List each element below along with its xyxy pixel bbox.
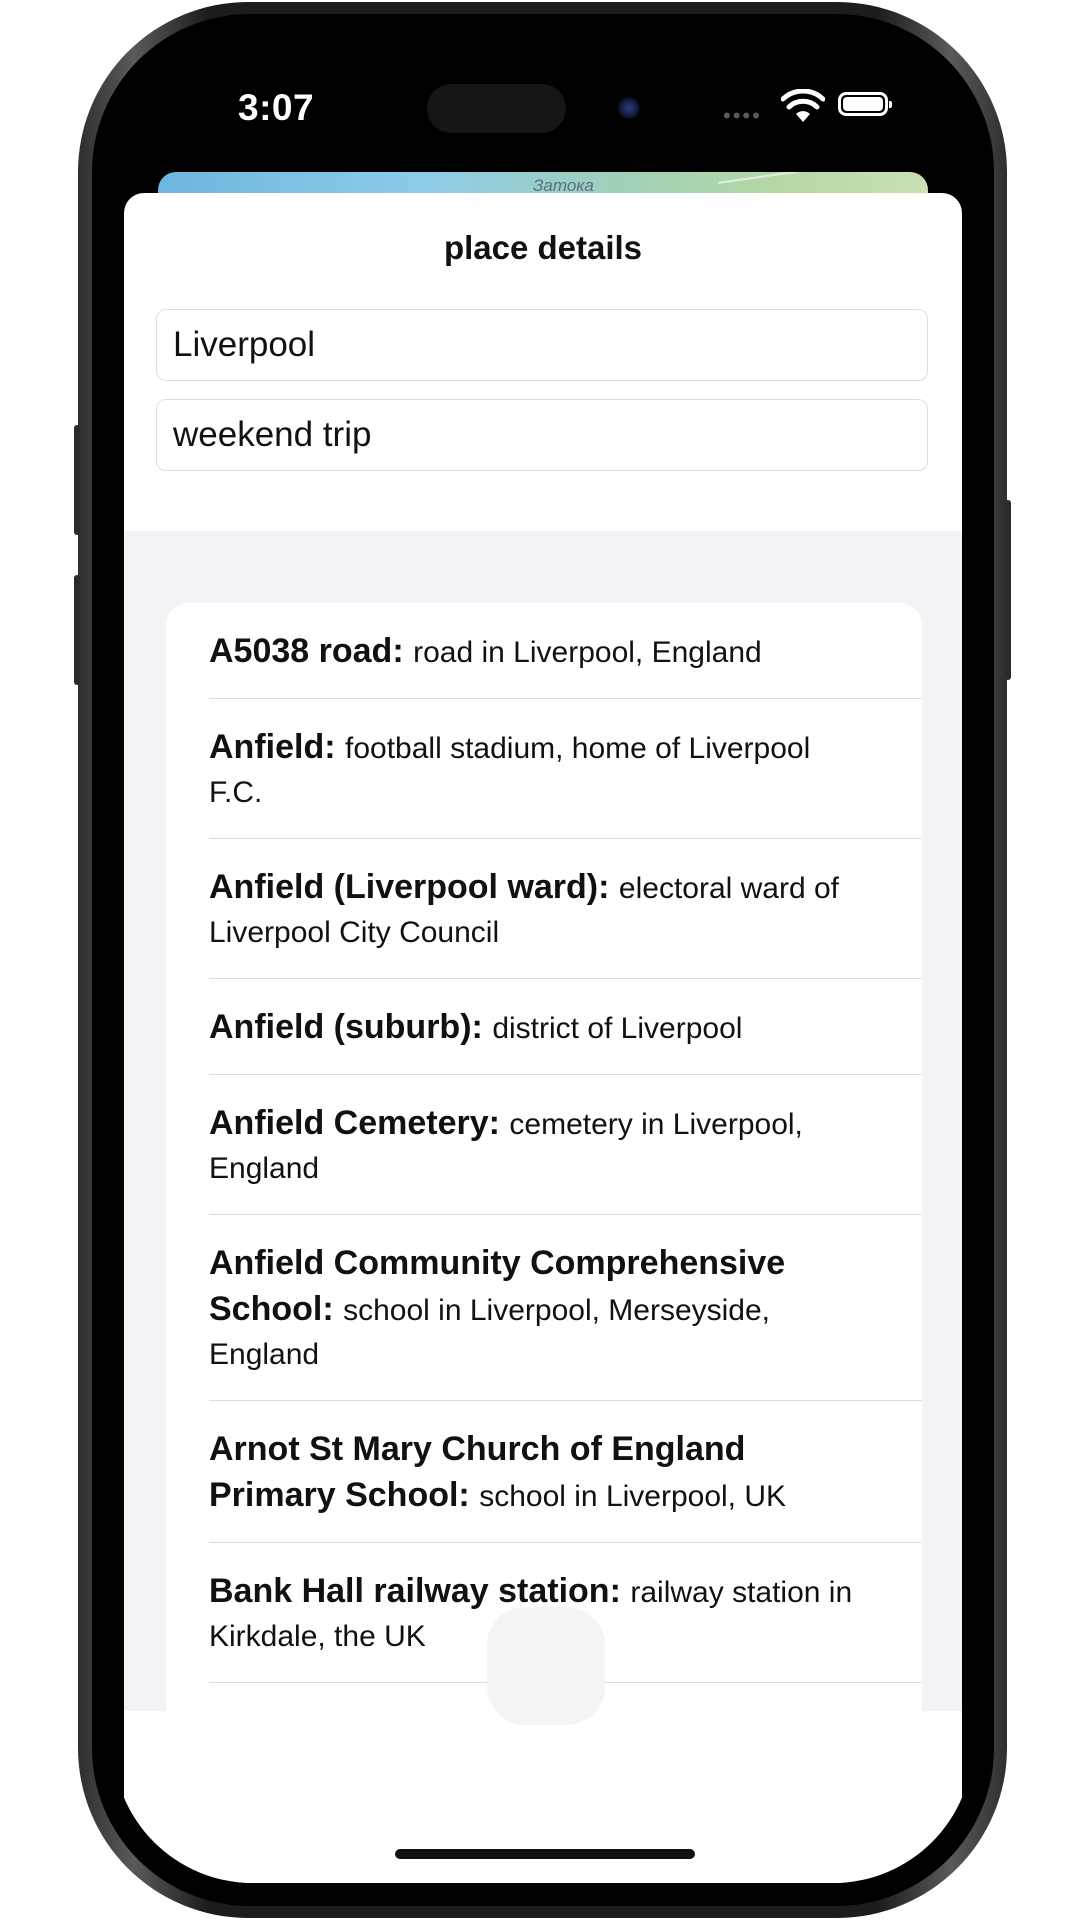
place-note-value: weekend trip (173, 415, 372, 454)
cellular-signal-icon: •••• (723, 103, 762, 128)
dynamic-island (427, 84, 566, 133)
floating-button[interactable] (487, 1607, 605, 1725)
list-item[interactable]: Anfield Community Comprehensive School: … (166, 1215, 922, 1401)
list-item-text: Arnot St Mary Church of England Primary … (209, 1427, 922, 1519)
wifi-icon (781, 89, 825, 122)
result-description: road in Liverpool, England (413, 636, 762, 669)
action-button (74, 425, 80, 535)
list-item[interactable]: Anfield Cemetery: cemetery in Liverpool,… (166, 1075, 922, 1215)
result-description: school in Liverpool, UK (479, 1480, 787, 1513)
list-item-text: A5038 road: road in Liverpool, England (209, 629, 922, 675)
list-item-text: Anfield: football stadium, home of Liver… (209, 725, 922, 815)
camera-icon (618, 97, 640, 119)
result-title: Anfield (209, 728, 325, 766)
battery-icon (838, 92, 892, 116)
list-item-text: Anfield Cemetery: cemetery in Liverpool,… (209, 1101, 922, 1191)
result-title: Anfield (suburb) (209, 1008, 472, 1046)
power-button (1005, 500, 1011, 680)
results-list: A5038 road: road in Liverpool, England An… (166, 603, 922, 1711)
home-indicator[interactable] (395, 1849, 695, 1859)
result-separator: : (324, 728, 345, 766)
list-item-text: Anfield (suburb): district of Liverpool (209, 1005, 922, 1051)
list-item[interactable]: Arnot St Mary Church of England Primary … (166, 1401, 922, 1543)
place-name-field[interactable]: Liverpool (156, 309, 928, 381)
result-separator: : (458, 1476, 480, 1514)
results-list-background: A5038 road: road in Liverpool, England An… (124, 531, 962, 1711)
place-name-value: Liverpool (173, 325, 316, 364)
list-item[interactable]: Anfield (Liverpool ward): electoral ward… (166, 839, 922, 979)
place-note-field[interactable]: weekend trip (156, 399, 928, 471)
result-title: Anfield Cemetery (209, 1104, 489, 1142)
result-description: district of Liverpool (492, 1012, 743, 1045)
result-separator: : (609, 1572, 631, 1610)
result-title: Anfield (Liverpool ward) (209, 868, 599, 906)
result-separator: : (322, 1290, 344, 1328)
list-item[interactable]: Anfield (suburb): district of Liverpool (166, 979, 922, 1075)
volume-up-button (74, 575, 80, 685)
result-separator: : (392, 632, 414, 670)
list-item[interactable]: A5038 road: road in Liverpool, England (166, 603, 922, 699)
sheet-title: place details (443, 229, 643, 266)
screen: 3:07 •••• Затока place details Liverpool… (113, 37, 973, 1883)
list-item-text: Anfield Community Comprehensive School: … (209, 1241, 922, 1377)
list-item-text: Anfield (Liverpool ward): electoral ward… (209, 865, 922, 955)
result-title: Bank Hall railway station (209, 1572, 610, 1610)
list-item[interactable]: Anfield: football stadium, home of Liver… (166, 699, 922, 839)
result-separator: : (598, 868, 619, 906)
result-separator: : (488, 1104, 510, 1142)
status-bar: 3:07 •••• (113, 37, 973, 147)
status-time: 3:07 (238, 87, 315, 128)
result-title: A5038 road (209, 632, 393, 670)
result-separator: : (471, 1008, 493, 1046)
